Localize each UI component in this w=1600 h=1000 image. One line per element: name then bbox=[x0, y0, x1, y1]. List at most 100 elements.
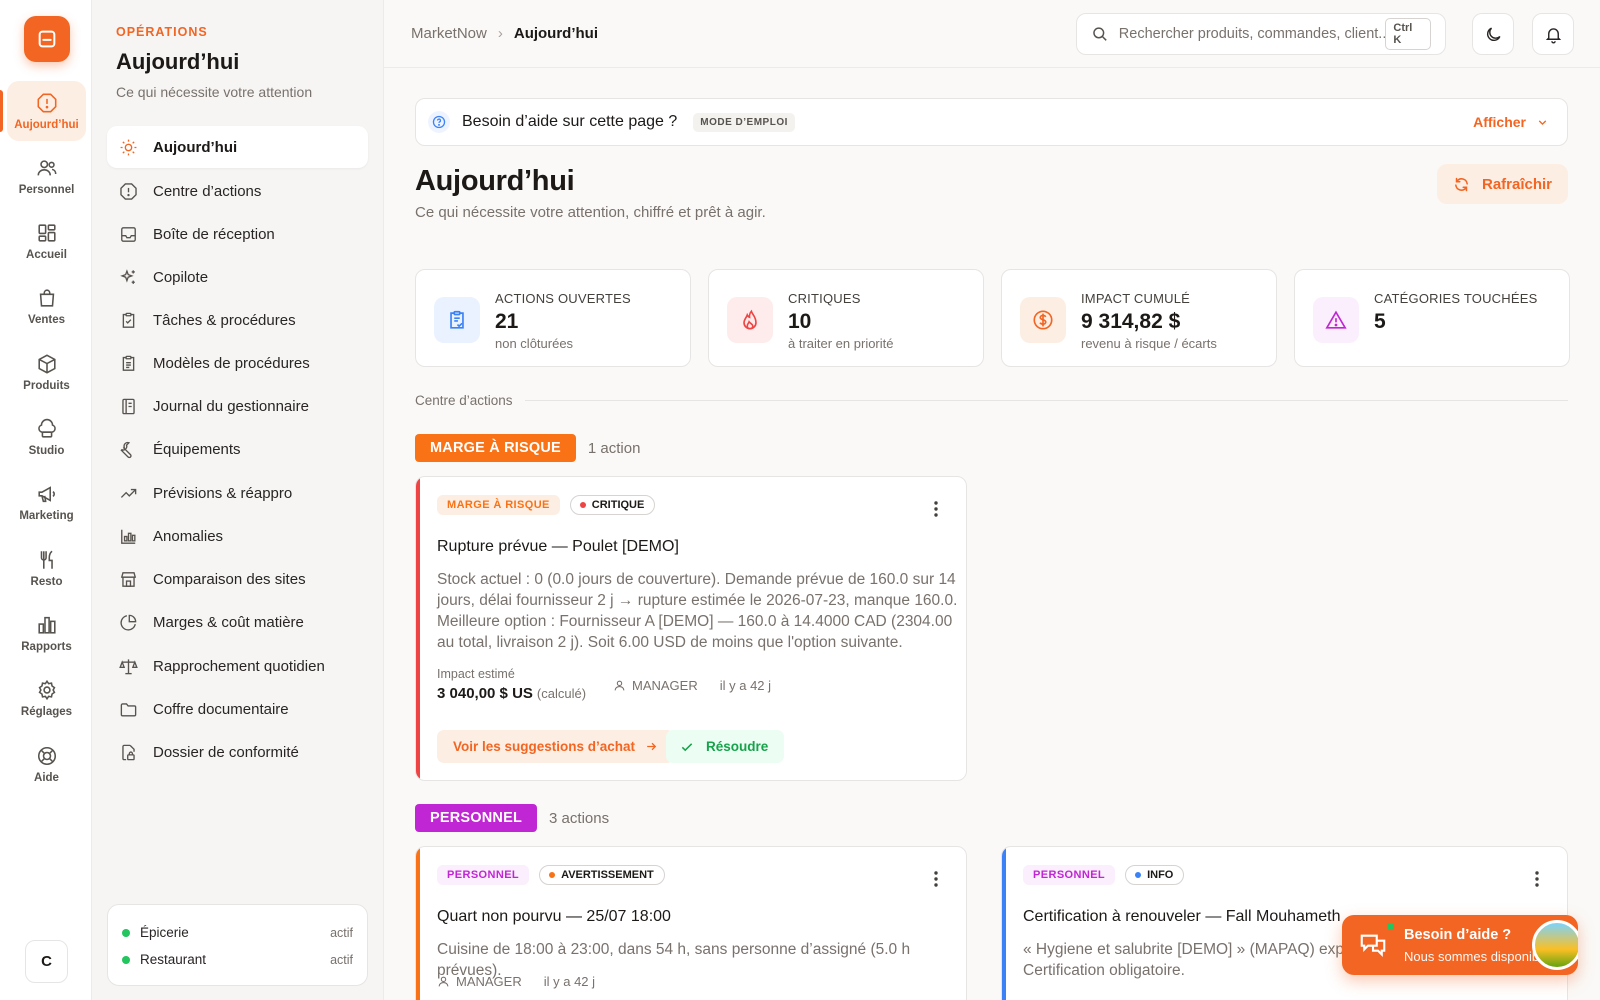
view-purchase-suggestions-button[interactable]: Voir les suggestions d’achat bbox=[437, 730, 675, 763]
site-row[interactable]: Restaurant actif bbox=[122, 946, 353, 973]
notifications-button[interactable] bbox=[1532, 13, 1574, 55]
severity-label: INFO bbox=[1147, 869, 1174, 881]
card-accent bbox=[416, 477, 420, 780]
refresh-button[interactable]: Rafraîchir bbox=[1437, 164, 1568, 204]
sidebar-item-inbox[interactable]: Boîte de réception bbox=[107, 213, 368, 255]
search-box[interactable]: Ctrl K bbox=[1076, 13, 1446, 55]
card-more-button[interactable] bbox=[926, 869, 946, 889]
card-title: Quart non pourvu — 25/07 18:00 bbox=[437, 908, 671, 925]
page-help-bar[interactable]: Besoin d’aide sur cette page ? MODE D’EM… bbox=[415, 98, 1568, 146]
sidebar-item-anomalies[interactable]: Anomalies bbox=[107, 515, 368, 557]
file-lock-icon bbox=[122, 744, 135, 760]
sidebar-item-action-center[interactable]: Centre d’actions bbox=[107, 170, 368, 212]
stat-card-categories[interactable]: CATÉGORIES TOUCHÉES 5 bbox=[1294, 269, 1570, 367]
card-more-button[interactable] bbox=[926, 499, 946, 519]
pie-chart-icon bbox=[120, 614, 137, 630]
card-role: MANAGER bbox=[456, 974, 522, 989]
card-age: il y a 42 j bbox=[719, 678, 772, 693]
clipboard-list-icon bbox=[122, 355, 135, 371]
rail-item-label: Accueil bbox=[26, 248, 67, 261]
card-pills: MARGE À RISQUE CRITIQUE bbox=[437, 495, 656, 515]
sidebar-item-label: Marges & coût matière bbox=[153, 613, 304, 631]
sidebar-item-label: Comparaison des sites bbox=[153, 570, 306, 588]
search-input[interactable] bbox=[1118, 26, 1386, 42]
lifebuoy-icon bbox=[37, 746, 56, 765]
help-show-toggle[interactable]: Afficher bbox=[1473, 114, 1549, 130]
severity-dot bbox=[579, 502, 586, 508]
breadcrumb-root[interactable]: MarketNow bbox=[411, 25, 487, 42]
rail-item-resto[interactable]: Resto bbox=[7, 538, 86, 598]
help-chat-widget[interactable]: Besoin d’aide ? Nous sommes disponibles bbox=[1342, 915, 1578, 975]
rail-item-produits[interactable]: Produits bbox=[7, 342, 86, 402]
sidebar-item-sites-compare[interactable]: Comparaison des sites bbox=[107, 558, 368, 600]
sidebar-item-doc-vault[interactable]: Coffre documentaire bbox=[107, 688, 368, 730]
stat-card-impact[interactable]: IMPACT CUMULÉ 9 314,82 $ revenu à risque… bbox=[1001, 269, 1277, 367]
sidebar-item-label: Coffre documentaire bbox=[153, 700, 289, 718]
category-pill: PERSONNEL bbox=[1023, 865, 1116, 885]
rail-item-personnel[interactable]: Personnel bbox=[7, 146, 86, 206]
rail-item-aide[interactable]: Aide bbox=[7, 734, 86, 794]
divider-line bbox=[524, 400, 1568, 401]
refresh-icon bbox=[1455, 177, 1468, 191]
rail-item-studio[interactable]: Studio bbox=[7, 407, 86, 467]
store-icon bbox=[120, 571, 137, 587]
sidebar-item-label: Anomalies bbox=[153, 527, 224, 545]
site-row[interactable]: Épicerie actif bbox=[122, 919, 353, 946]
group-tag: MARGE À RISQUE bbox=[415, 434, 576, 462]
card-more-button[interactable] bbox=[1527, 869, 1547, 889]
help-show-label: Afficher bbox=[1473, 114, 1526, 130]
stat-card-open-actions[interactable]: ACTIONS OUVERTES 21 non clôturées bbox=[415, 269, 691, 367]
app-logo[interactable] bbox=[24, 16, 70, 62]
search-icon bbox=[1093, 27, 1107, 41]
sidebar-item-journal[interactable]: Journal du gestionnaire bbox=[107, 385, 368, 427]
dollar-coin-icon bbox=[1033, 310, 1053, 330]
rail-item-ventes[interactable]: Ventes bbox=[7, 276, 86, 336]
card-title: Certification à renouveler — Fall Mouham… bbox=[1023, 908, 1341, 925]
stat-icon-bg bbox=[727, 297, 773, 343]
folder-icon bbox=[120, 702, 137, 717]
action-card-stockout[interactable]: MARGE À RISQUE CRITIQUE Rupture prévue —… bbox=[415, 476, 967, 781]
sidebar-item-equipment[interactable]: Équipements bbox=[107, 428, 368, 470]
sidebar-item-reconciliation[interactable]: Rapprochement quotidien bbox=[107, 645, 368, 687]
stat-note: à traiter en priorité bbox=[788, 336, 894, 351]
severity-label: AVERTISSEMENT bbox=[561, 869, 654, 881]
rail-item-accueil[interactable]: Accueil bbox=[7, 211, 86, 271]
sidebar-item-label: Prévisions & réappro bbox=[153, 484, 293, 502]
dashboard-grid-icon bbox=[37, 223, 56, 242]
rail-item-rapports[interactable]: Rapports bbox=[7, 603, 86, 663]
sidebar-item-label: Modèles de procédures bbox=[153, 354, 310, 372]
sidebar-item-margins[interactable]: Marges & coût matière bbox=[107, 601, 368, 643]
rail-item-label: Marketing bbox=[19, 509, 74, 522]
user-icon bbox=[438, 976, 449, 987]
site-name: Restaurant bbox=[140, 952, 207, 967]
breadcrumb-separator: › bbox=[497, 25, 503, 42]
group-tag: PERSONNEL bbox=[415, 804, 538, 832]
user-avatar[interactable]: C bbox=[25, 940, 68, 983]
sidebar-item-forecast[interactable]: Prévisions & réappro bbox=[107, 472, 368, 514]
more-vertical-icon bbox=[934, 501, 938, 517]
sidebar-item-templates[interactable]: Modèles de procédures bbox=[107, 342, 368, 384]
help-bar-text: Besoin d’aide sur cette page ? bbox=[462, 113, 678, 130]
sidebar-item-today[interactable]: Aujourd’hui bbox=[107, 126, 368, 168]
button-label: Voir les suggestions d’achat bbox=[453, 739, 636, 754]
help-circle-icon bbox=[428, 111, 450, 133]
sidebar-item-tasks[interactable]: Tâches & procédures bbox=[107, 299, 368, 341]
stat-card-critical[interactable]: CRITIQUES 10 à traiter en priorité bbox=[708, 269, 984, 367]
rail-item-label: Ventes bbox=[27, 313, 66, 326]
users-icon bbox=[37, 159, 56, 175]
stat-value: 21 bbox=[495, 310, 519, 333]
resolve-button[interactable]: Résoudre bbox=[666, 730, 785, 763]
card-pills: PERSONNEL INFO bbox=[1023, 865, 1185, 885]
card-accent bbox=[1002, 847, 1006, 1000]
rail-item-today[interactable]: Aujourd’hui bbox=[7, 81, 86, 141]
group-count: 1 action bbox=[587, 439, 641, 457]
sidebar-item-compliance[interactable]: Dossier de conformité bbox=[107, 731, 368, 773]
rail-active-indicator bbox=[0, 90, 3, 132]
rail-item-marketing[interactable]: Marketing bbox=[7, 472, 86, 532]
section-sidebar: OPÉRATIONS Aujourd’hui Ce qui nécessite … bbox=[92, 0, 384, 1000]
theme-toggle-button[interactable] bbox=[1472, 13, 1514, 55]
action-card-unfilled-shift[interactable]: PERSONNEL AVERTISSEMENT Quart non pourvu… bbox=[415, 846, 967, 1000]
rail-item-reglages[interactable]: Réglages bbox=[7, 668, 86, 728]
sidebar-item-label: Centre d’actions bbox=[153, 182, 262, 200]
sidebar-item-copilot[interactable]: Copilote bbox=[107, 256, 368, 298]
